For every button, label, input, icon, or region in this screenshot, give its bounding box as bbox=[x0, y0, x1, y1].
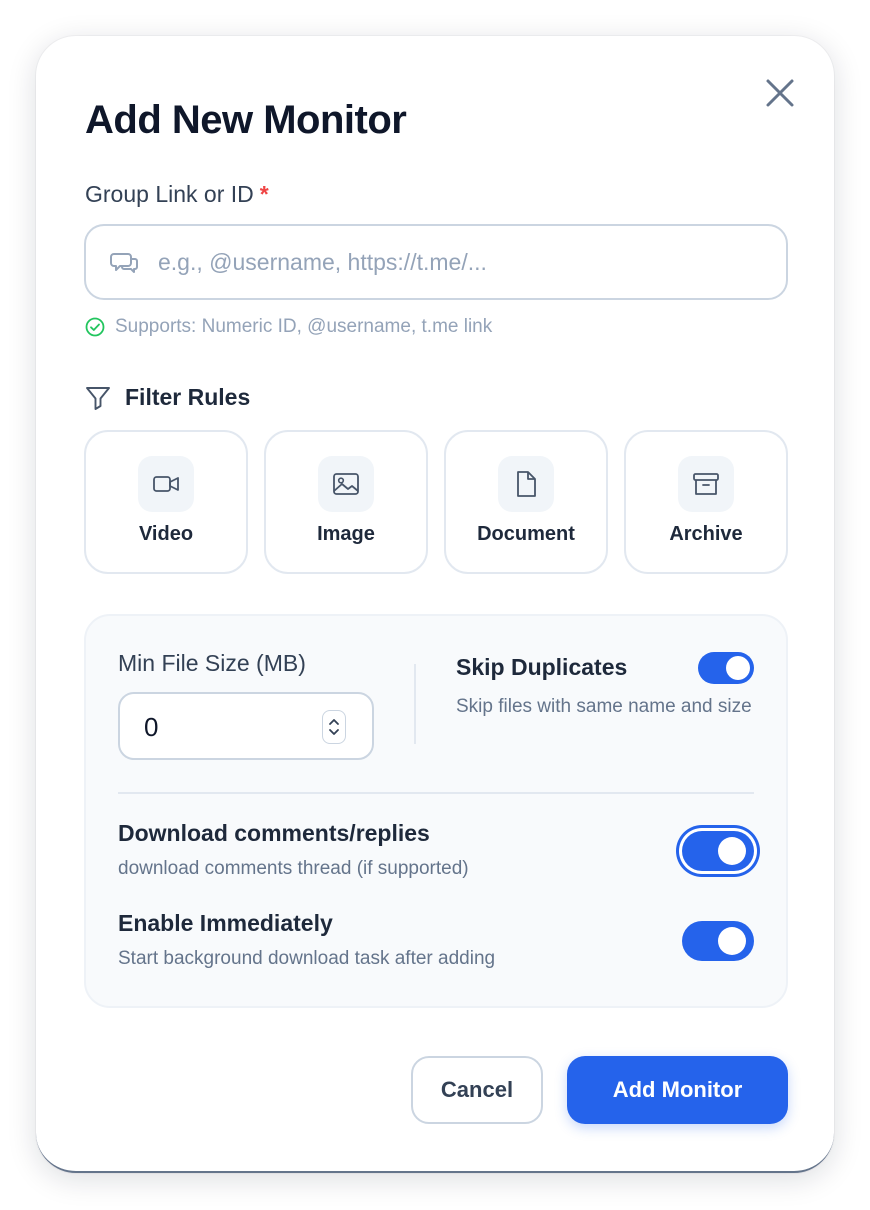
chat-bubbles-icon bbox=[110, 253, 138, 273]
options-vertical-divider bbox=[414, 664, 416, 744]
number-stepper[interactable] bbox=[322, 710, 346, 744]
enable-immediately-description: Start background download task after add… bbox=[118, 948, 496, 969]
chevron-up-icon[interactable] bbox=[327, 717, 341, 727]
group-link-label-text: Group Link or ID bbox=[85, 181, 254, 207]
filter-icon bbox=[86, 386, 110, 410]
filter-image-icon-box bbox=[318, 456, 374, 512]
chevron-down-icon[interactable] bbox=[327, 727, 341, 737]
filter-document-icon-box bbox=[498, 456, 554, 512]
filter-image-card[interactable]: Image bbox=[264, 430, 428, 574]
filter-archive-card[interactable]: Archive bbox=[624, 430, 788, 574]
group-link-label: Group Link or ID * bbox=[85, 181, 269, 208]
toggle-knob bbox=[718, 927, 746, 955]
check-circle-icon bbox=[85, 317, 105, 337]
add-monitor-button[interactable]: Add Monitor bbox=[567, 1056, 788, 1124]
group-link-field[interactable] bbox=[84, 224, 788, 300]
add-monitor-dialog: Add New Monitor Group Link or ID* Suppor… bbox=[36, 36, 834, 1173]
skip-duplicates-toggle[interactable] bbox=[698, 652, 754, 684]
video-camera-icon bbox=[153, 476, 179, 492]
download-comments-title: Download comments/replies bbox=[118, 820, 430, 846]
filter-rules-heading: Filter Rules bbox=[85, 384, 250, 411]
skip-duplicates-description: Skip files with same name and size bbox=[456, 696, 752, 717]
enable-immediately-toggle[interactable] bbox=[682, 921, 754, 961]
min-file-size-label: Min File Size (MB) bbox=[118, 650, 306, 676]
enable-immediately-title: Enable Immediately bbox=[118, 910, 333, 936]
filter-archive-icon-box bbox=[678, 456, 734, 512]
filter-archive-label: Archive bbox=[669, 523, 743, 545]
document-icon bbox=[517, 471, 536, 497]
filter-document-label: Document bbox=[477, 523, 575, 545]
download-comments-toggle[interactable] bbox=[682, 831, 754, 871]
close-icon bbox=[766, 79, 794, 107]
required-mark: * bbox=[259, 181, 269, 207]
download-comments-description: download comments thread (if supported) bbox=[118, 858, 469, 879]
filter-image-label: Image bbox=[317, 523, 375, 545]
filter-video-icon-box bbox=[138, 456, 194, 512]
hint-text: Supports: Numeric ID, @username, t.me li… bbox=[115, 316, 493, 337]
archive-box-icon bbox=[693, 473, 719, 495]
options-horizontal-divider bbox=[118, 792, 754, 794]
toggle-knob bbox=[726, 656, 750, 680]
dialog-title: Add New Monitor bbox=[85, 98, 407, 142]
min-file-size-value: 0 bbox=[144, 712, 159, 742]
group-link-hint: Supports: Numeric ID, @username, t.me li… bbox=[85, 316, 492, 338]
skip-duplicates-title: Skip Duplicates bbox=[456, 654, 628, 680]
filter-video-label: Video bbox=[138, 523, 194, 545]
min-file-size-input[interactable]: 0 bbox=[118, 692, 374, 760]
image-icon bbox=[333, 473, 359, 495]
group-link-input[interactable] bbox=[158, 226, 768, 298]
filter-video-card[interactable]: Video bbox=[84, 430, 248, 574]
filter-rules-title: Filter Rules bbox=[125, 384, 251, 410]
cancel-button[interactable]: Cancel bbox=[411, 1056, 543, 1124]
toggle-knob bbox=[718, 837, 746, 865]
filter-document-card[interactable]: Document bbox=[444, 430, 608, 574]
close-button[interactable] bbox=[761, 74, 799, 112]
